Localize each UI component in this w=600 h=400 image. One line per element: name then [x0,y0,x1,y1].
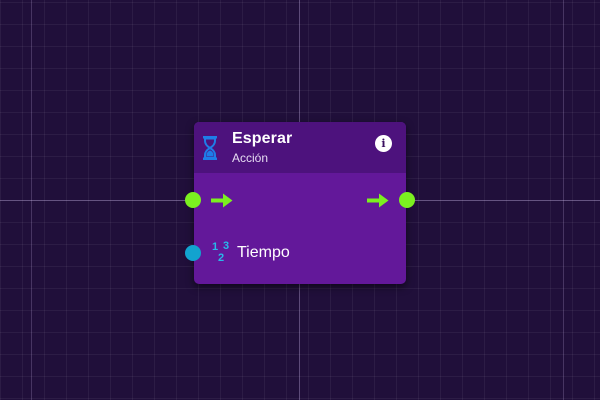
info-icon[interactable]: i [375,135,392,152]
number-type-icon: 1 3 2 [211,241,233,265]
exec-output-pin[interactable] [399,192,415,208]
exec-arrow-icon [211,193,233,208]
exec-input-pin[interactable] [185,192,201,208]
number-input-label: Tiempo [237,244,290,261]
hourglass-icon [203,136,217,160]
number-icon-digit: 3 [223,240,230,252]
info-glyph: i [381,137,386,150]
node-category: Acción [232,151,269,165]
number-icon-digit: 2 [218,252,225,264]
number-input-pin[interactable] [185,245,201,261]
exec-arrow-icon [367,193,389,208]
node-header[interactable]: Esperar Acción i [194,122,406,173]
node-title: Esperar [232,130,293,147]
